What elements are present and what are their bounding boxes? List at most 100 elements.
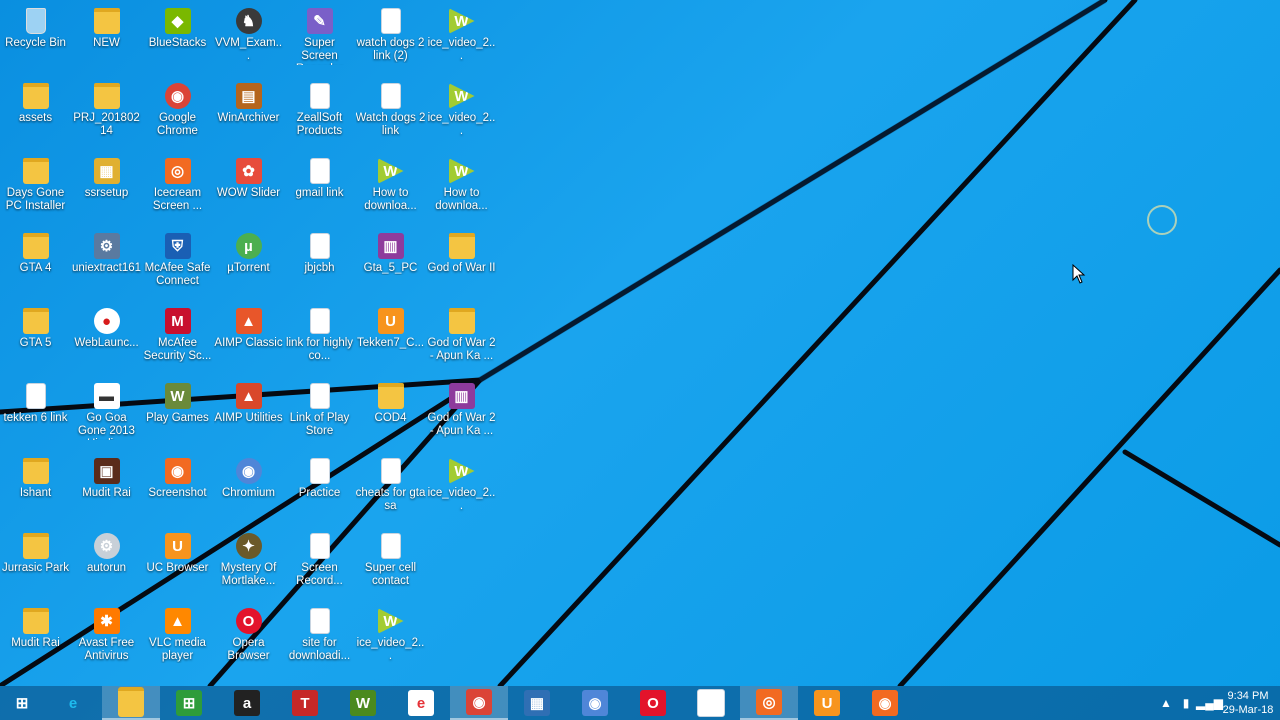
clock[interactable]: 9:34 PM 29-Mar-18 <box>1216 689 1280 717</box>
desktop-icon[interactable]: gmail link <box>284 154 355 229</box>
taskbar-internet-explorer[interactable]: e <box>44 686 102 720</box>
desktop-icon-label: VLC media player <box>149 637 206 662</box>
desktop-icon[interactable]: Recycle Bin <box>0 4 71 79</box>
cursor-click-ring <box>1147 205 1177 235</box>
desktop-icon[interactable]: Screen Record... <box>284 529 355 604</box>
play-games-icon: W <box>164 383 191 409</box>
desktop-icon[interactable]: tekken 6 link <box>0 379 71 454</box>
taskbar-google-chrome[interactable]: ◉ <box>450 686 508 720</box>
desktop-icon[interactable]: Wice_video_2... <box>426 454 497 529</box>
desktop-icon-label: Ishant <box>19 487 52 499</box>
battery-icon[interactable]: ▮ <box>1176 696 1196 710</box>
taskbar-opera[interactable]: O <box>624 686 682 720</box>
mouse-pointer-icon <box>1072 264 1086 284</box>
taskbar-start-button[interactable]: ⊞ <box>0 686 44 720</box>
desktop-icon[interactable]: M McAfee Security Sc... <box>142 304 213 379</box>
desktop-icon[interactable]: ▲ VLC media player <box>142 604 213 679</box>
taskbar-ebay[interactable]: e <box>392 686 450 720</box>
taskbar-screenshot-tool[interactable]: ◉ <box>856 686 914 720</box>
desktop-icon[interactable]: ◎ Icecream Screen ... <box>142 154 213 229</box>
desktop-icon[interactable]: O Opera Browser <box>213 604 284 679</box>
desktop-icon[interactable]: µ µTorrent <box>213 229 284 304</box>
desktop-icon[interactable]: Watch dogs 2 link <box>355 79 426 154</box>
file-icon <box>380 8 401 34</box>
taskbar-store[interactable]: ⊞ <box>160 686 218 720</box>
desktop-icon[interactable]: ▲ AIMP Classic <box>213 304 284 379</box>
file-icon <box>309 608 330 634</box>
taskbar-blank-document[interactable] <box>682 686 740 720</box>
desktop-icon[interactable]: U UC Browser <box>142 529 213 604</box>
desktop-icon[interactable]: ◉ Chromium <box>213 454 284 529</box>
desktop-icon[interactable]: Ishant <box>0 454 71 529</box>
desktop-icon[interactable]: ♞ VVM_Exam... <box>213 4 284 79</box>
taskbar-uc-browser[interactable]: U <box>798 686 856 720</box>
desktop-icon[interactable]: site for downloadi... <box>284 604 355 679</box>
desktop-icon-label: jbjcbh <box>304 262 335 274</box>
taskbar-file-explorer[interactable] <box>102 686 160 720</box>
desktop-icon[interactable]: Mudit Rai <box>0 604 71 679</box>
desktop-icon[interactable]: Link of Play Store <box>284 379 355 454</box>
desktop-icon[interactable]: God of War 2 - Apun Ka ... <box>426 304 497 379</box>
desktop-icon[interactable]: PRJ_20180214 <box>71 79 142 154</box>
desktop-icon[interactable]: GTA 5 <box>0 304 71 379</box>
desktop-icon[interactable]: W Play Games <box>142 379 213 454</box>
signal-icon[interactable]: ▂▄▆ <box>1196 696 1223 710</box>
desktop-icon[interactable]: link for highly co... <box>284 304 355 379</box>
desktop-icon[interactable]: U Tekken7_C... <box>355 304 426 379</box>
desktop-icon-label: ice_video_2... <box>427 37 496 62</box>
desktop-icon[interactable]: GTA 4 <box>0 229 71 304</box>
desktop-icon[interactable]: ▬ Go Goa Gone 2013 Hindi ... <box>71 379 142 454</box>
desktop-icon[interactable]: ZeallSoft Products <box>284 79 355 154</box>
video-w-icon: W <box>448 158 475 184</box>
desktop-icon[interactable]: cheats for gta sa <box>355 454 426 529</box>
desktop-icon[interactable]: God of War II <box>426 229 497 304</box>
chevron-up-icon[interactable]: ▲ <box>1156 696 1176 710</box>
desktop-icon[interactable]: ▤ WinArchiver <box>213 79 284 154</box>
desktop-icon[interactable]: ▣ Mudit Rai <box>71 454 142 529</box>
taskbar-t-app[interactable]: T <box>276 686 334 720</box>
desktop-icon[interactable]: ⚙ uniextract161 <box>71 229 142 304</box>
desktop-icon[interactable]: W How to downloa... <box>426 154 497 229</box>
desktop-icon[interactable]: ◉ Google Chrome <box>142 79 213 154</box>
desktop-icon[interactable]: ▦ ssrsetup <box>71 154 142 229</box>
desktop-icon[interactable]: Super cell contact <box>355 529 426 604</box>
desktop-icon[interactable]: Wice_video_2... <box>426 79 497 154</box>
file-icon <box>309 233 330 259</box>
desktop-icon[interactable]: W How to downloa... <box>355 154 426 229</box>
desktop-icon[interactable]: ✎ Super Screen Recorder <box>284 4 355 79</box>
desktop-icon-label: assets <box>18 112 53 124</box>
desktop-icon[interactable]: Practice <box>284 454 355 529</box>
desktop-icon[interactable]: ◉ Screenshot <box>142 454 213 529</box>
desktop-icon[interactable]: ⛨ McAfee Safe Connect <box>142 229 213 304</box>
taskbar-chromium[interactable]: ◉ <box>566 686 624 720</box>
desktop-icon[interactable]: Jurrasic Park <box>0 529 71 604</box>
taskbar-icecream-recorder[interactable]: ◎ <box>740 686 798 720</box>
desktop-icon[interactable]: NEW <box>71 4 142 79</box>
desktop-icon[interactable]: ▥ God of War 2 - Apun Ka ... <box>426 379 497 454</box>
desktop-icon[interactable]: ● WebLaunc... <box>71 304 142 379</box>
desktop-icon[interactable]: COD4 <box>355 379 426 454</box>
taskbar-wondershare[interactable]: W <box>334 686 392 720</box>
desktop-icon[interactable]: ⚙ autorun <box>71 529 142 604</box>
desktop-icon-label: Google Chrome <box>157 112 198 137</box>
desktop-icon[interactable]: ▥ Gta_5_PC <box>355 229 426 304</box>
desktop-icon[interactable]: ◆ BlueStacks <box>142 4 213 79</box>
desktop-icon[interactable]: jbjcbh <box>284 229 355 304</box>
desktop-icon-label: GTA 4 <box>19 262 52 274</box>
desktop-icon[interactable]: ✱ Avast Free Antivirus <box>71 604 142 679</box>
utorrent-icon: µ <box>235 233 262 259</box>
desktop-icon[interactable]: Wice_video_2... <box>426 4 497 79</box>
desktop-icon[interactable]: ✦ Mystery Of Mortlake... <box>213 529 284 604</box>
file-icon <box>309 458 330 484</box>
desktop-icon[interactable]: assets <box>0 79 71 154</box>
desktop-icon[interactable]: watch dogs 2 link (2) <box>355 4 426 79</box>
desktop-icon[interactable]: Wice_video_2... <box>355 604 426 679</box>
file-icon <box>380 533 401 559</box>
aimp-utilities-icon: ▲ <box>235 383 262 409</box>
taskbar-amazon[interactable]: a <box>218 686 276 720</box>
taskbar: ⊞ e ⊞ a T We ◉ ▦ ◉ O ◎ U ◉ <box>0 686 1280 720</box>
desktop-icon[interactable]: Days Gone PC Installer <box>0 154 71 229</box>
desktop-icon[interactable]: ✿ WOW Slider <box>213 154 284 229</box>
desktop-icon[interactable]: ▲ AIMP Utilities <box>213 379 284 454</box>
taskbar-task-manager[interactable]: ▦ <box>508 686 566 720</box>
